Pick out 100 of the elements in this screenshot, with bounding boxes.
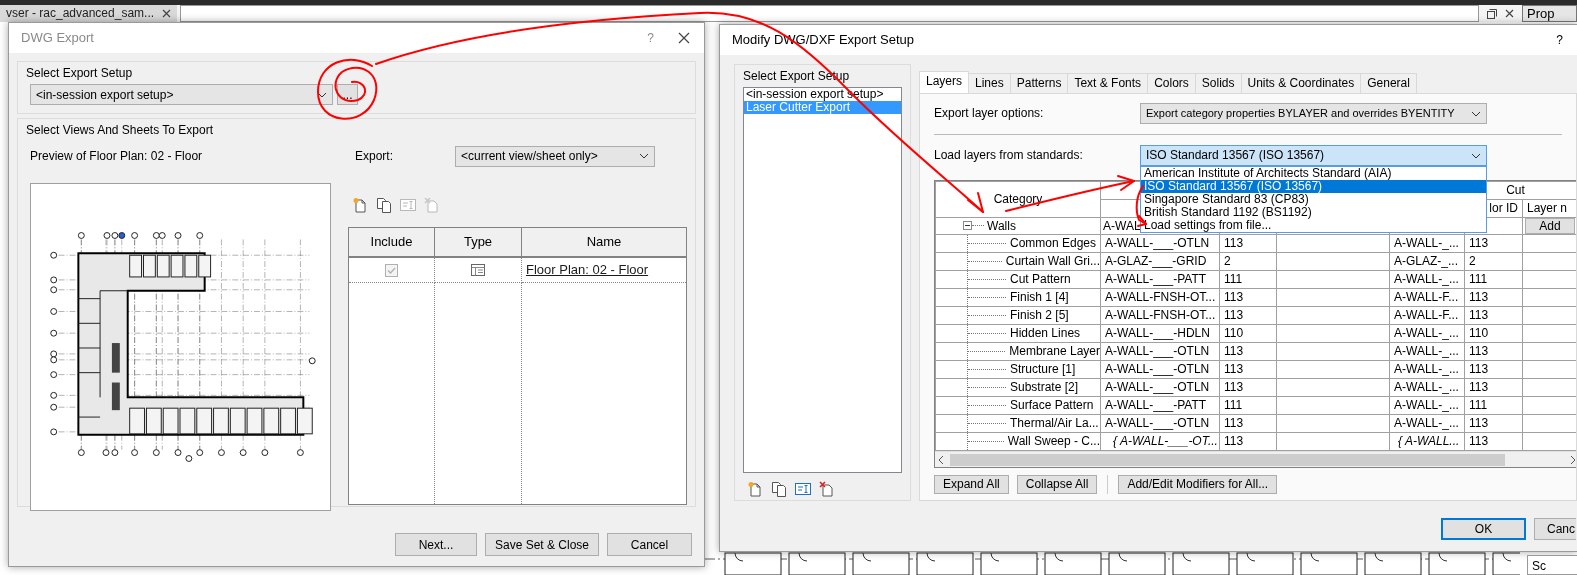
help-button[interactable]: ?: [647, 30, 654, 46]
caret-icon: [1471, 152, 1481, 159]
button[interactable]: Cancel: [607, 533, 692, 557]
panel-title: Prop: [1522, 5, 1577, 22]
table-cell: 111: [1464, 270, 1523, 289]
table-cell: 113: [1464, 378, 1523, 397]
table-cell: 2: [1464, 252, 1523, 271]
table-cell: A-WALL-_...: [1389, 342, 1465, 361]
button[interactable]: OK: [1441, 518, 1526, 540]
table-cell: A-WALL-___-OTLN: [1100, 378, 1220, 397]
table-cell: 113: [1219, 342, 1277, 361]
table-cell: A-WALL-___-PATT: [1100, 396, 1220, 415]
table-cell: 113: [1464, 234, 1523, 253]
table-cell: 113: [1219, 414, 1277, 433]
group-label: Select Export Setup: [26, 66, 134, 81]
table-cell: A-WALL-___-PATT: [1100, 270, 1220, 289]
text-box-icon[interactable]: [795, 481, 811, 498]
table-cell: 113: [1219, 432, 1277, 451]
button[interactable]: Canc: [1534, 518, 1576, 540]
table-cell: A-WALL-___-OTLN: [1100, 414, 1220, 433]
dropdown[interactable]: <current view/sheet only>: [455, 145, 655, 167]
table-cell: { A-WALL...: [1389, 432, 1465, 451]
new-page-icon[interactable]: [747, 481, 763, 498]
table-cell: A-WALL-_...: [1389, 414, 1465, 433]
button[interactable]: Expand All: [934, 475, 1009, 494]
table-cell: 113: [1219, 378, 1277, 397]
table-cell: A-WALL-F...: [1389, 288, 1465, 307]
dropdown[interactable]: ISO Standard 13567 (ISO 13567): [1140, 145, 1487, 166]
restore-icon[interactable]: [1487, 8, 1497, 19]
collapse-icon[interactable]: [963, 221, 972, 231]
table-cell: 113: [1464, 342, 1523, 361]
column-header: Include: [348, 227, 435, 258]
button[interactable]: Next...: [395, 533, 477, 557]
view-icon: [470, 262, 486, 279]
table-cell: 110: [1219, 324, 1277, 343]
button[interactable]: Save Set & Close: [485, 533, 599, 557]
table-cell: A-WALL-_...: [1389, 234, 1465, 253]
window-title: DWG Export: [21, 30, 94, 46]
text-field[interactable]: [180, 5, 1479, 22]
caret-icon: [1471, 110, 1481, 117]
dropdown-option[interactable]: American Institute of Architects Standard (AIA): [1141, 167, 1486, 180]
table-cell: A-WALL-F...: [1389, 306, 1465, 325]
table-cell: 113: [1219, 288, 1277, 307]
table-cell: 110: [1464, 324, 1523, 343]
column-header: Category: [935, 181, 1101, 218]
table-cell: 113: [1464, 306, 1523, 325]
table-cell: A-WALL-___-OTLN: [1100, 360, 1220, 379]
copy-icon[interactable]: [376, 196, 392, 213]
button[interactable]: Add/Edit Modifiers for All...: [1118, 475, 1278, 494]
delete-icon[interactable]: [819, 481, 835, 498]
table-cell: 111: [1219, 270, 1277, 289]
table-cell: A-WALL-_...: [1389, 396, 1465, 415]
copy-icon[interactable]: [771, 481, 787, 498]
button[interactable]: Collapse All: [1016, 475, 1098, 494]
caret-icon: [639, 153, 649, 160]
close-icon[interactable]: [162, 9, 172, 18]
field-label: Export:: [355, 149, 394, 164]
tab[interactable]: Layers: [919, 71, 970, 93]
table-cell: 113: [1464, 414, 1523, 433]
table-cell: 111: [1219, 396, 1277, 415]
dropdown-option[interactable]: ISO Standard 13567 (ISO 13567): [1141, 180, 1486, 193]
table-cell: A-GLAZ-_...: [1389, 252, 1465, 271]
table-cell: A-WALL-_...: [1389, 324, 1465, 343]
caret-icon: [317, 91, 327, 98]
circle-annotation: [317, 58, 378, 120]
table-cell: 113: [1464, 288, 1523, 307]
table-cell: 111: [1464, 396, 1523, 415]
table-cell: 113: [1464, 360, 1523, 379]
table-cell: A-WALL-_...: [1389, 270, 1465, 289]
table-cell: 113: [1464, 432, 1523, 451]
table-cell: 113: [1219, 306, 1277, 325]
tab[interactable]: General: [1360, 73, 1417, 93]
dropdown[interactable]: <in-session export setup>: [30, 84, 333, 106]
column-header: Name: [521, 227, 687, 258]
field-label: Export layer options:: [934, 106, 1045, 121]
field-label: Load layers from standards:: [934, 148, 1084, 163]
dropdown[interactable]: Export category properties BYLAYER and overrides BYENTITY: [1140, 103, 1487, 124]
group-label: Select Views And Sheets To Export: [26, 123, 214, 138]
tree-item[interactable]: Walls: [987, 218, 1016, 234]
table-cell: A-WALL-___-OTLN: [1100, 234, 1220, 253]
table-cell: { A-WALL-___-OT...: [1100, 432, 1220, 451]
table-cell: 113: [1219, 234, 1277, 253]
table-cell: A-GLAZ-___-GRID: [1100, 252, 1220, 271]
horizontal-scrollbar[interactable]: [935, 451, 1576, 467]
help-button[interactable]: ?: [1556, 32, 1563, 48]
table-cell: A-WALL-_...: [1389, 360, 1465, 379]
close-icon[interactable]: [1505, 9, 1514, 18]
table-cell: A-WALL-FNSH-OT...: [1100, 288, 1220, 307]
dropdown-option[interactable]: Load settings from file...: [1141, 219, 1486, 232]
table-cell: A-WALL-FNSH-OT...: [1100, 306, 1220, 325]
table-cell: A-WALL-___-OTLN: [1100, 342, 1220, 361]
add-button[interactable]: Add: [1525, 218, 1575, 234]
preview-label: Preview of Floor Plan: 02 - Floor: [30, 149, 204, 164]
property-field[interactable]: Sc: [1527, 555, 1577, 575]
close-icon[interactable]: [678, 32, 690, 44]
table-cell: 2: [1219, 252, 1277, 271]
table-cell: 113: [1219, 360, 1277, 379]
table-cell: A-WALL-___-HDLN: [1100, 324, 1220, 343]
table-cell: A-WALL-_...: [1389, 378, 1465, 397]
new-page-icon[interactable]: [352, 196, 368, 213]
